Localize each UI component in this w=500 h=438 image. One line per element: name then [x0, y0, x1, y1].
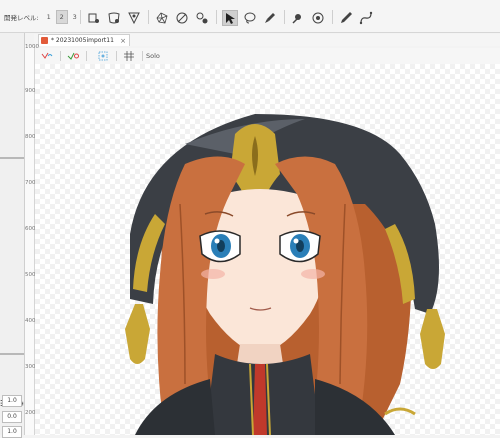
ruler-tick-label: 900 — [25, 88, 36, 94]
warp-deformer-icon[interactable] — [106, 10, 122, 26]
brush-icon[interactable] — [262, 10, 278, 26]
main-toolbar: 開発レベル: 1 2 3 — [0, 0, 500, 33]
parameter-value[interactable]: 0.0 — [2, 411, 22, 423]
level-3-button[interactable]: 3 — [69, 10, 81, 24]
tassel-right — [420, 309, 445, 369]
mesh-auto-icon[interactable] — [174, 10, 190, 26]
rotation-deformer-icon[interactable] — [126, 10, 142, 26]
view-toolbar: Solo — [34, 48, 500, 65]
ruler-tick-label: 600 — [25, 226, 36, 232]
parameter-value[interactable]: 1.0 — [2, 426, 22, 438]
arrow-select-icon[interactable] — [222, 10, 238, 26]
mesh-divide-icon[interactable] — [194, 10, 210, 26]
close-icon[interactable]: × — [120, 37, 126, 45]
ruler-tick-label: 800 — [25, 134, 36, 140]
neck — [237, 344, 283, 364]
left-panel: ☰ ≡ 1.0 0.0 1.0 — [0, 33, 25, 438]
toolbar-separator — [216, 10, 217, 24]
model-canvas[interactable] — [35, 64, 500, 435]
glue-icon[interactable] — [290, 10, 306, 26]
curve-icon[interactable] — [358, 10, 374, 26]
ruler-tick-label: 400 — [25, 318, 36, 324]
lasso-icon[interactable] — [242, 10, 258, 26]
toolbar-separator — [284, 10, 285, 24]
visibility-toggle-icon[interactable] — [38, 50, 56, 62]
character-illustration — [125, 114, 445, 435]
view-separator — [116, 51, 117, 61]
ruler-tick-label: 200 — [25, 410, 36, 416]
view-separator — [86, 51, 87, 61]
level-1-button[interactable]: 1 — [43, 10, 55, 24]
ruler-tick-label: 1000 — [25, 44, 39, 50]
deformer-icon[interactable] — [86, 10, 102, 26]
grid-toggle-icon[interactable] — [120, 50, 138, 62]
parameter-value[interactable]: 1.0 — [2, 395, 22, 407]
level-2-button[interactable]: 2 — [55, 10, 68, 24]
panel-splitter[interactable] — [0, 353, 24, 355]
tassel-left — [125, 304, 150, 364]
ruler-tick-label: 300 — [25, 364, 36, 370]
ruler-tick-label: 500 — [25, 272, 36, 278]
display-level-label: 開発レベル: — [4, 14, 39, 22]
document-tab-bar: * 20231005import11 × — [34, 34, 500, 46]
model-file-icon — [41, 37, 48, 44]
toolbar-separator — [332, 10, 333, 24]
skin-icon[interactable] — [310, 10, 326, 26]
pen-icon[interactable] — [338, 10, 354, 26]
toolbar-separator — [80, 10, 81, 24]
mesh-edit-icon[interactable] — [154, 10, 170, 26]
document-tab-title: * 20231005import11 — [51, 37, 114, 44]
ruler-tick-label: 700 — [25, 180, 36, 186]
solo-button[interactable]: Solo — [146, 50, 160, 62]
display-level-group: 開発レベル: 1 2 3 — [4, 9, 82, 25]
bounds-toggle-icon[interactable] — [94, 50, 112, 62]
view-separator — [60, 51, 61, 61]
link-toggle-icon[interactable] — [64, 50, 82, 62]
panel-splitter[interactable] — [0, 157, 24, 159]
view-separator — [142, 51, 143, 61]
vertical-ruler: 1000 900 800 700 600 500 400 300 200 — [25, 44, 39, 435]
toolbar-separator — [148, 10, 149, 24]
document-tab[interactable]: * 20231005import11 × — [38, 34, 130, 46]
